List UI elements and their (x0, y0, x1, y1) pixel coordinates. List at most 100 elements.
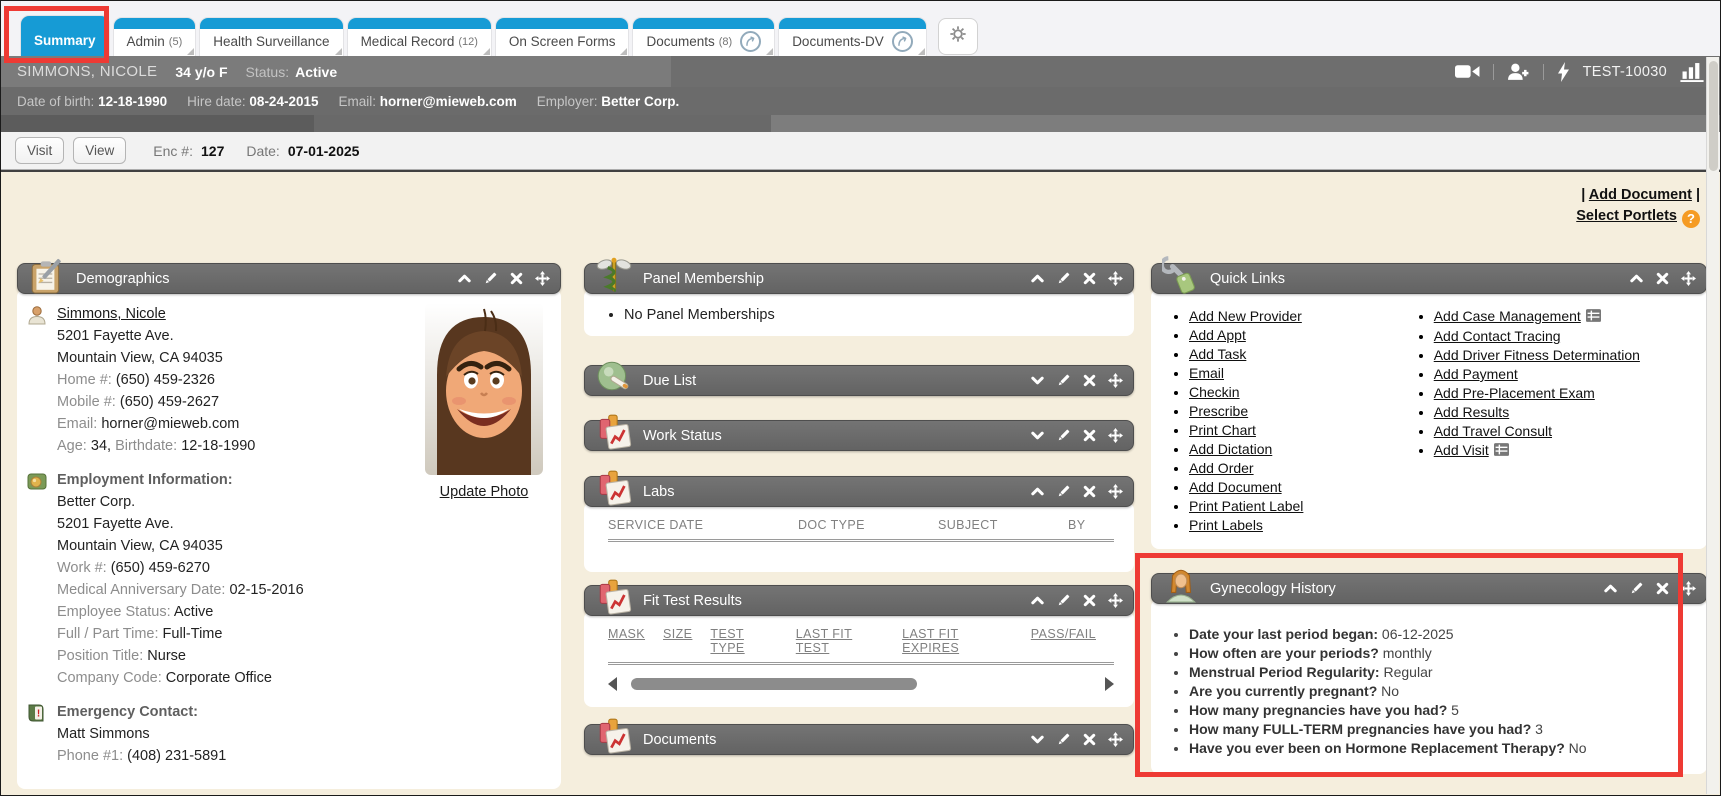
move-icon[interactable] (1681, 271, 1696, 286)
quick-links-header[interactable]: Quick Links (1151, 263, 1707, 294)
grid-icon[interactable] (1586, 308, 1601, 327)
edit-icon[interactable] (1056, 593, 1071, 608)
tab-medical-record[interactable]: Medical Record(12) (348, 18, 491, 56)
move-icon[interactable] (1108, 732, 1123, 747)
scrollbar-thumb[interactable] (631, 678, 917, 690)
quick-action-bolt-icon[interactable] (1557, 62, 1570, 82)
close-icon[interactable] (1082, 484, 1097, 499)
column-header[interactable]: MASK (608, 627, 645, 655)
tab-health-surveillance[interactable]: Health Surveillance (200, 18, 342, 56)
quick-link[interactable]: Add Document (1189, 479, 1282, 495)
documents-header[interactable]: Documents (584, 724, 1134, 755)
quick-link[interactable]: Add Travel Consult (1434, 423, 1552, 439)
edit-icon[interactable] (1056, 271, 1071, 286)
edit-icon[interactable] (483, 271, 498, 286)
fit-test-header[interactable]: Fit Test Results (584, 585, 1134, 616)
add-document-link[interactable]: Add Document (1589, 187, 1692, 203)
close-icon[interactable] (1082, 373, 1097, 388)
move-icon[interactable] (1108, 373, 1123, 388)
visit-button[interactable]: Visit (15, 137, 64, 164)
quick-link[interactable]: Add Dictation (1189, 441, 1272, 457)
collapse-icon[interactable] (1030, 593, 1045, 608)
scrollbar-thumb[interactable] (1709, 61, 1718, 171)
column-header[interactable]: PASS/FAIL (1031, 627, 1096, 655)
quick-link[interactable]: Add Task (1189, 346, 1246, 362)
column-header[interactable]: DOC TYPE (798, 518, 938, 532)
edit-icon[interactable] (1629, 581, 1644, 596)
quick-link[interactable]: Print Patient Label (1189, 498, 1303, 514)
move-icon[interactable] (1681, 581, 1696, 596)
column-header[interactable]: SIZE (663, 627, 692, 655)
quick-link[interactable]: Add Order (1189, 460, 1254, 476)
video-call-icon[interactable] (1455, 63, 1480, 80)
column-header[interactable]: LAST FIT TEST (796, 627, 884, 655)
close-icon[interactable] (1082, 593, 1097, 608)
gynecology-history-header[interactable]: Gynecology History (1151, 573, 1707, 604)
quick-link[interactable]: Add Case Management (1434, 308, 1581, 324)
tab-settings-button[interactable] (938, 18, 978, 55)
close-icon[interactable] (509, 271, 524, 286)
quick-link[interactable]: Add New Provider (1189, 308, 1302, 324)
expand-icon[interactable] (1030, 373, 1045, 388)
grid-icon[interactable] (1494, 442, 1509, 461)
flowsheet-chart-icon[interactable] (1680, 62, 1704, 82)
work-status-header[interactable]: Work Status (584, 420, 1134, 451)
close-icon[interactable] (1082, 732, 1097, 747)
panel-membership-header[interactable]: Panel Membership (584, 263, 1134, 294)
add-person-icon[interactable] (1507, 62, 1530, 81)
update-photo-link[interactable]: Update Photo (440, 481, 529, 503)
tab-admin[interactable]: Admin(5) (114, 18, 196, 56)
close-icon[interactable] (1655, 581, 1670, 596)
due-list-header[interactable]: Due List (584, 365, 1134, 396)
column-header[interactable]: TEST TYPE (710, 627, 777, 655)
edit-icon[interactable] (1056, 732, 1071, 747)
edit-icon[interactable] (1056, 428, 1071, 443)
column-header[interactable]: LAST FIT EXPIRES (902, 627, 1013, 655)
quick-link[interactable]: Add Visit (1434, 442, 1489, 458)
close-icon[interactable] (1082, 428, 1097, 443)
quick-link[interactable]: Add Appt (1189, 327, 1246, 343)
collapse-icon[interactable] (457, 271, 472, 286)
vertical-scrollbar[interactable] (1706, 57, 1719, 794)
move-icon[interactable] (1108, 428, 1123, 443)
tab-documents-dv[interactable]: Documents-DV (779, 18, 926, 56)
tab-summary[interactable]: Summary (21, 16, 109, 56)
select-portlets-link[interactable]: Select Portlets (1576, 208, 1677, 224)
demographics-header[interactable]: Demographics (17, 263, 561, 294)
move-icon[interactable] (535, 271, 550, 286)
expand-icon[interactable] (1030, 428, 1045, 443)
open-external-icon[interactable] (892, 31, 913, 52)
close-icon[interactable] (1082, 271, 1097, 286)
open-external-icon[interactable] (740, 31, 761, 52)
horizontal-scrollbar[interactable] (608, 677, 1114, 691)
quick-link[interactable]: Add Results (1434, 404, 1509, 420)
move-icon[interactable] (1108, 593, 1123, 608)
view-button[interactable]: View (73, 137, 126, 164)
tab-on-screen-forms[interactable]: On Screen Forms (496, 18, 629, 56)
column-header[interactable]: BY (1068, 518, 1128, 532)
collapse-icon[interactable] (1629, 271, 1644, 286)
edit-icon[interactable] (1056, 484, 1071, 499)
expand-icon[interactable] (1030, 732, 1045, 747)
patient-name-link[interactable]: Simmons, Nicole (57, 306, 166, 322)
close-icon[interactable] (1655, 271, 1670, 286)
move-icon[interactable] (1108, 271, 1123, 286)
collapse-icon[interactable] (1603, 581, 1618, 596)
quick-link[interactable]: Print Chart (1189, 422, 1256, 438)
move-icon[interactable] (1108, 484, 1123, 499)
column-header[interactable]: SUBJECT (938, 518, 1068, 532)
scroll-left-icon[interactable] (608, 677, 617, 691)
scroll-right-icon[interactable] (1105, 677, 1114, 691)
edit-icon[interactable] (1056, 373, 1071, 388)
quick-link[interactable]: Add Payment (1434, 366, 1518, 382)
quick-link[interactable]: Checkin (1189, 384, 1240, 400)
tab-documents[interactable]: Documents(8) (633, 18, 774, 56)
collapse-icon[interactable] (1030, 484, 1045, 499)
quick-link[interactable]: Email (1189, 365, 1224, 381)
quick-link[interactable]: Add Pre-Placement Exam (1434, 385, 1595, 401)
quick-link[interactable]: Add Contact Tracing (1434, 328, 1561, 344)
collapse-icon[interactable] (1030, 271, 1045, 286)
quick-link[interactable]: Print Labels (1189, 517, 1263, 533)
quick-link[interactable]: Prescribe (1189, 403, 1248, 419)
quick-link[interactable]: Add Driver Fitness Determination (1434, 347, 1640, 363)
